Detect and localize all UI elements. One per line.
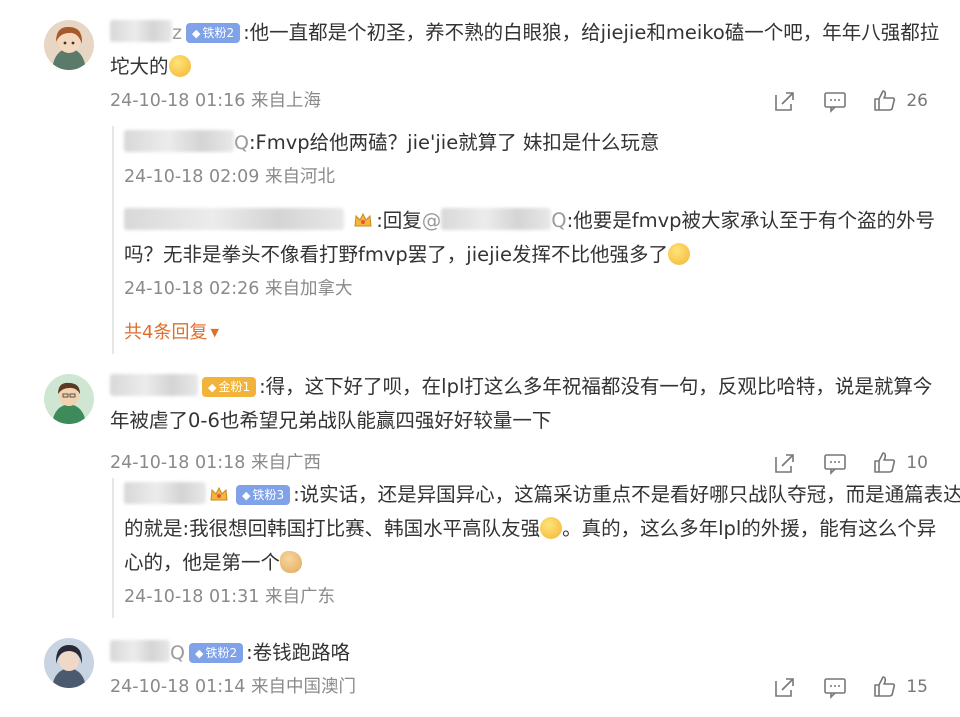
more-replies-label: 共4条回复: [124, 322, 208, 343]
username-blurred[interactable]: [124, 208, 344, 230]
like-count: 15: [906, 677, 928, 697]
like-count: 26: [906, 91, 928, 111]
comment-meta: 24-10-18 01:18 来自广西 10: [110, 446, 940, 480]
comment-meta: 24-10-18 01:16 来自上海 26: [110, 84, 940, 118]
reply-button[interactable]: [822, 450, 848, 476]
like-button[interactable]: 26: [872, 84, 928, 118]
like-icon: [874, 452, 896, 473]
share-icon: [775, 678, 795, 697]
like-icon: [874, 676, 896, 697]
reply-2: :回复@ Q:他要是fmvp被大家承认至于有个盗的外号 吗？无非是拳头不像看打野f…: [124, 204, 935, 306]
like-count: 10: [906, 453, 928, 473]
comment-body: :他一直都是个初圣，养不熟的白眼狼，给jiejie和meiko磕一个吧，年年八强…: [243, 21, 940, 44]
comment-actions: 15: [748, 670, 928, 704]
crown-icon: [210, 486, 228, 501]
laugh-emoji: [667, 243, 690, 265]
more-replies-link[interactable]: 共4条回复 ▼: [124, 316, 219, 350]
share-button[interactable]: [772, 450, 798, 476]
share-button[interactable]: [772, 674, 798, 700]
caret-down-icon: ▼: [210, 326, 219, 339]
comment-body-2: 年被虐了0-6也希望兄弟战队能赢四强好好较量一下: [110, 409, 552, 432]
share-button[interactable]: [772, 88, 798, 114]
reply-meta: 24-10-18 02:09 来自河北: [124, 167, 335, 187]
avatar[interactable]: [44, 20, 94, 70]
reply-text-line3: 心的，他是第一个: [124, 546, 960, 580]
username-blurred[interactable]: [110, 640, 170, 662]
like-icon: [874, 90, 896, 111]
comment-text: Q ◆ 铁粉2:卷钱跑路咯: [110, 636, 940, 670]
comment-text-line2: 坨大的: [110, 50, 940, 84]
reply-body: :Fmvp给他两磕？jie'jie就算了 妹扣是什么玩意: [248, 131, 660, 154]
comment-actions: 26: [748, 84, 928, 118]
like-button[interactable]: 10: [872, 446, 928, 480]
reply-button[interactable]: [822, 88, 848, 114]
username-tail[interactable]: z: [172, 22, 182, 44]
reply-text-line2: 吗？无非是拳头不像看打野fmvp罢了，jiejie发挥不比他强多了: [124, 238, 935, 272]
reply-text: ◆ 铁粉3:说实话，还是异国异心，这篇采访重点不是看好哪只战队夺冠，而是通篇表达: [124, 478, 960, 512]
reply-text-line2: 的就是:我很想回韩国打比赛、韩国水平高队友强 。真的，这么多年lpl的外援，能有这…: [124, 512, 960, 546]
timestamp-location: 24-10-18 01:18 来自广西: [110, 453, 321, 473]
fan-badge: ◆ 铁粉2: [188, 643, 244, 663]
comment-icon: [824, 678, 847, 699]
reply-1: Q:Fmvp给他两磕？jie'jie就算了 妹扣是什么玩意 24-10-18 0…: [124, 126, 659, 194]
timestamp-location: 24-10-18 01:14 来自中国澳门: [110, 677, 356, 697]
share-icon: [775, 454, 795, 473]
comment-body: :得，这下好了呗，在lpl打这么多年祝福都没有一句，反观比哈特，说是就算今: [259, 375, 933, 398]
reply-1: ◆ 铁粉3:说实话，还是异国异心，这篇采访重点不是看好哪只战队夺冠，而是通篇表达 …: [124, 478, 960, 614]
avatar[interactable]: [44, 638, 94, 688]
username-blurred[interactable]: [110, 20, 172, 42]
username-tail[interactable]: Q: [234, 132, 249, 154]
fan-badge: ◆ 铁粉2: [185, 23, 241, 43]
comment-icon: [824, 454, 847, 475]
comment-body-2: 坨大的: [110, 55, 169, 78]
smile-emoji: [540, 517, 563, 539]
comment-text: ◆ 金粉1:得，这下好了呗，在lpl打这么多年祝福都没有一句，反观比哈特，说是就算…: [110, 370, 940, 404]
mention-blurred: [441, 208, 552, 230]
comment-actions: 10: [748, 446, 928, 480]
reply-body-4: 心的，他是第一个: [124, 551, 281, 574]
avatar-image: [44, 638, 94, 688]
share-icon: [775, 92, 795, 111]
reply-button[interactable]: [822, 674, 848, 700]
comment-body: :卷钱跑路咯: [246, 641, 351, 664]
sweat-emoji: [168, 55, 191, 77]
crown-icon: [354, 212, 372, 227]
reply-list: ◆ 铁粉3:说实话，还是异国异心，这篇采访重点不是看好哪只战队夺冠，而是通篇表达 …: [112, 478, 960, 618]
comment-meta: 24-10-18 01:14 来自中国澳门 15: [110, 670, 940, 704]
reply-prefix: :回复: [376, 209, 422, 232]
timestamp-location: 24-10-18 01:16 来自上海: [110, 91, 321, 111]
comment-icon: [824, 92, 847, 113]
reply-text: Q:Fmvp给他两磕？jie'jie就算了 妹扣是什么玩意: [124, 126, 659, 160]
like-button[interactable]: 15: [872, 670, 928, 704]
username-blurred[interactable]: [110, 374, 198, 396]
reply-body-2: 的就是:我很想回韩国打比赛、韩国水平高队友强: [124, 517, 541, 540]
reply-list: Q:Fmvp给他两磕？jie'jie就算了 妹扣是什么玩意 24-10-18 0…: [112, 126, 952, 354]
comment-text-line2: 年被虐了0-6也希望兄弟战队能赢四强好好较量一下: [110, 404, 940, 438]
mention-link[interactable]: @ Q: [422, 208, 567, 232]
reply-meta: 24-10-18 02:26 来自加拿大: [124, 279, 353, 299]
reply-body: :说实话，还是异国异心，这篇采访重点不是看好哪只战队夺冠，而是通篇表达: [293, 483, 960, 506]
reply-body-3: 。真的，这么多年lpl的外援，能有这么个异: [562, 517, 937, 540]
reply-meta: 24-10-18 01:31 来自广东: [124, 587, 335, 607]
reply-body-2: 吗？无非是拳头不像看打野fmvp罢了，jiejie发挥不比他强多了: [124, 243, 668, 266]
avatar[interactable]: [44, 374, 94, 424]
fan-badge: ◆ 金粉1: [202, 377, 257, 397]
username-blurred[interactable]: [124, 482, 206, 504]
username-tail[interactable]: Q: [170, 642, 185, 664]
reply-body: :他要是fmvp被大家承认至于有个盗的外号: [566, 209, 935, 232]
reply-text: :回复@ Q:他要是fmvp被大家承认至于有个盗的外号: [124, 204, 935, 238]
comment-text: z ◆ 铁粉2:他一直都是个初圣，养不熟的白眼狼，给jiejie和meiko磕一个吧…: [110, 16, 940, 50]
username-blurred[interactable]: [124, 130, 234, 152]
wave-emoji: [280, 551, 303, 573]
fan-badge: ◆ 铁粉3: [236, 485, 291, 505]
avatar-image: [44, 20, 94, 70]
avatar-image: [44, 374, 94, 424]
